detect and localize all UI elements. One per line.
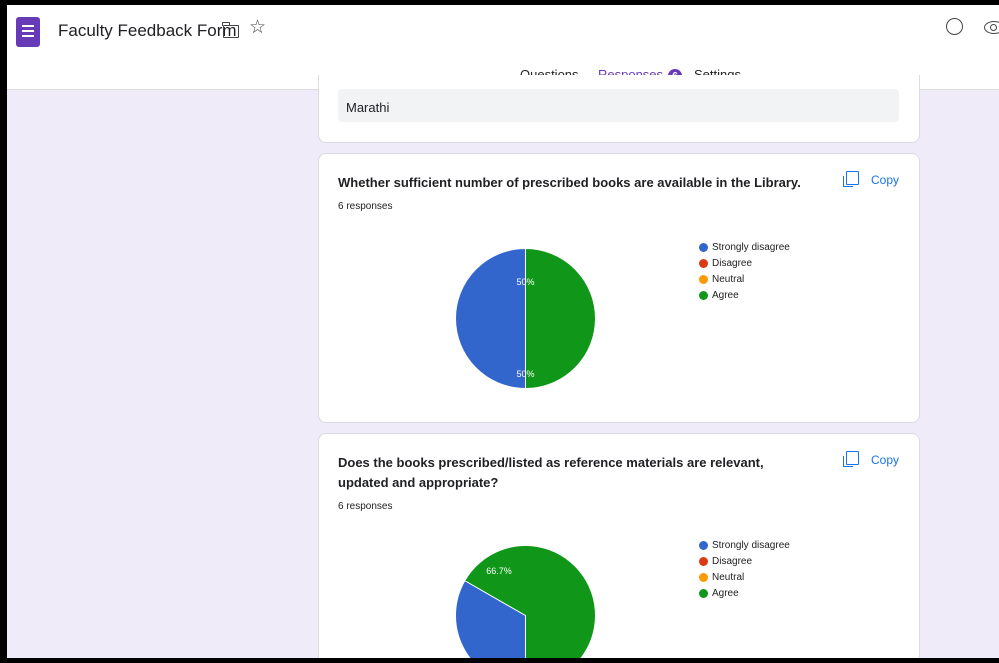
google-forms-icon[interactable] (16, 17, 40, 47)
text-answer: Marathi (346, 100, 390, 115)
pie-label-agree: 50% (516, 277, 534, 287)
legend-label: Agree (712, 588, 739, 599)
legend-label: Neutral (712, 572, 745, 583)
response-count: 6 responses (338, 201, 393, 212)
previous-question-card: Marathi (318, 75, 920, 143)
question-title: Does the books prescribed/listed as refe… (338, 455, 764, 490)
question-card-reference-materials: Does the books prescribed/listed as refe… (318, 433, 920, 658)
copy-icon (843, 171, 859, 187)
legend-label: Neutral (712, 274, 745, 285)
star-icon[interactable]: ☆ (249, 18, 266, 37)
legend-label: Disagree (712, 258, 753, 269)
legend-swatch (699, 573, 708, 582)
copy-label: Copy (871, 453, 900, 467)
form-title[interactable]: Faculty Feedback Form (58, 21, 237, 41)
eye-icon[interactable] (984, 21, 999, 34)
legend-swatch (699, 243, 708, 252)
legend-swatch (699, 259, 708, 268)
palette-icon[interactable] (946, 18, 963, 35)
copy-icon (843, 451, 859, 467)
legend-swatch (699, 275, 708, 284)
folder-icon[interactable] (222, 22, 239, 38)
forms-window: Faculty Feedback Form ☆ Questions Respon… (7, 5, 999, 658)
response-count: 6 responses (338, 501, 393, 512)
pie-label-agree: 66.7% (486, 566, 512, 576)
pie-slice-strongly-disagree (455, 247, 526, 390)
pie-label-strongly-disagree: 50% (516, 369, 534, 379)
pie-slice-agree (525, 247, 596, 390)
legend-swatch (699, 589, 708, 598)
legend-swatch (699, 541, 708, 550)
legend-swatch (699, 557, 708, 566)
legend-label: Disagree (712, 556, 753, 567)
legend-label: Agree (712, 290, 739, 301)
legend-label: Strongly disagree (712, 242, 790, 253)
legend-label: Strongly disagree (712, 540, 790, 551)
legend-swatch (699, 291, 708, 300)
question-title: Whether sufficient number of prescribed … (338, 175, 801, 190)
question-card-library-books: Whether sufficient number of prescribed … (318, 153, 920, 423)
text-answer-row: Marathi (338, 89, 899, 122)
copy-label: Copy (871, 173, 900, 187)
pie-chart: 66.7% (455, 545, 596, 658)
pie-chart: 50% 50% (455, 247, 596, 390)
